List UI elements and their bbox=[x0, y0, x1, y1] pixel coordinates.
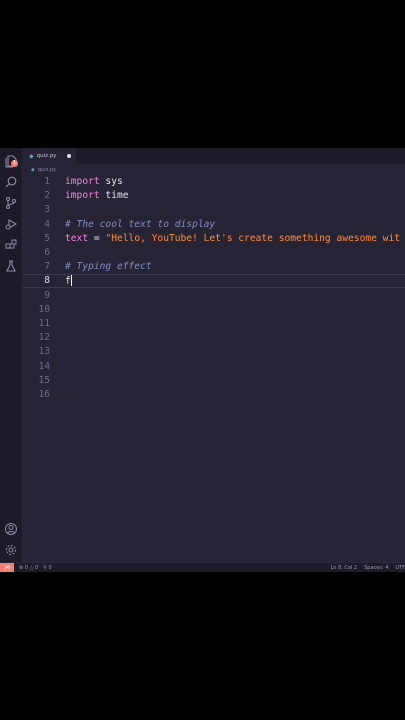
python-file-icon: ◆ bbox=[29, 152, 34, 160]
ports-count-value: 0 bbox=[48, 565, 52, 571]
line-number: 4 bbox=[44, 218, 50, 230]
code-line[interactable]: 1 import sys bbox=[22, 175, 405, 189]
text-cursor bbox=[70, 275, 72, 287]
tab-quiz-py[interactable]: ◆ quiz.py bbox=[22, 148, 76, 164]
editor-window: 1 ◆ quiz.py ◆ quiz.py 1import sys 2 impo… bbox=[0, 148, 405, 572]
line-code: # Typing effect bbox=[65, 260, 152, 274]
code-line[interactable]: 4 # The cool text to display bbox=[22, 218, 405, 232]
line-number: 11 bbox=[38, 318, 50, 329]
breadcrumb-file[interactable]: quiz.py bbox=[38, 167, 56, 173]
token-op: = bbox=[88, 232, 106, 244]
token-rest: sys bbox=[99, 176, 123, 187]
code-line[interactable]: 6 bbox=[22, 246, 405, 260]
line-number: 5 bbox=[44, 232, 50, 244]
token-var: text bbox=[65, 232, 89, 244]
python-file-icon: ◆ bbox=[31, 167, 35, 173]
code-line[interactable]: 5 text = "Hello, YouTube! Let's create so… bbox=[22, 232, 405, 246]
code-line[interactable]: 9 bbox=[22, 289, 405, 303]
tab-bar: ◆ quiz.py bbox=[22, 148, 405, 164]
status-problems[interactable]: ⊗ 0 △ 0 ⚲ 0 bbox=[19, 563, 52, 572]
code-editor[interactable]: 1 import sys 2 import time 3 4 # The cool text… bbox=[22, 175, 405, 555]
line-code: import sys bbox=[65, 175, 123, 189]
line-number: 7 bbox=[44, 261, 50, 273]
line-code: text = "Hello, YouTube! Let's create som… bbox=[65, 232, 400, 246]
notification-badge: 1 bbox=[11, 160, 18, 167]
line-code: f bbox=[65, 275, 72, 288]
code-line[interactable]: 3 bbox=[22, 203, 405, 217]
code-line[interactable]: 12 bbox=[22, 331, 405, 345]
code-line[interactable]: 11 bbox=[22, 317, 405, 331]
error-count[interactable]: ⊗ 0 △ 0 bbox=[19, 563, 38, 572]
remote-indicator-button[interactable]: ⋊ bbox=[0, 563, 14, 572]
status-right: Ln 8, Col 2 Spaces: 4 UTF bbox=[330, 563, 405, 572]
activity-bar: 1 bbox=[0, 148, 23, 562]
token-str: "Hello, YouTube! Let's create something … bbox=[105, 232, 401, 244]
line-number: 12 bbox=[38, 332, 50, 344]
token-comment: # Typing effect bbox=[65, 261, 152, 273]
line-number: 15 bbox=[38, 374, 50, 386]
line-code: # The cool text to display bbox=[65, 218, 215, 232]
line-number: 6 bbox=[44, 247, 50, 258]
unsaved-dot-icon[interactable] bbox=[67, 154, 71, 158]
token-kw: import bbox=[65, 190, 100, 202]
token-kw: import bbox=[65, 176, 100, 187]
token-rest: time bbox=[99, 190, 129, 202]
testing-icon[interactable] bbox=[4, 259, 18, 273]
status-bar: ⋊ ⊗ 0 △ 0 ⚲ 0 Ln 8, Col 2 Spaces: 4 UTF bbox=[0, 562, 405, 572]
encoding[interactable]: UTF bbox=[395, 563, 405, 572]
line-number: 14 bbox=[38, 360, 50, 372]
search-icon[interactable] bbox=[4, 175, 18, 189]
line-number: 16 bbox=[38, 389, 50, 400]
code-line[interactable]: 8f bbox=[22, 274, 405, 289]
line-number: 8 bbox=[44, 275, 50, 287]
error-count-value: 0 bbox=[24, 565, 28, 571]
code-line[interactable]: 13 bbox=[22, 345, 405, 359]
line-number: 13 bbox=[38, 346, 50, 358]
ports-count[interactable]: ⚲ 0 bbox=[43, 563, 51, 572]
settings-gear-icon[interactable] bbox=[4, 543, 18, 557]
line-number: 3 bbox=[44, 204, 50, 216]
code-line[interactable]: 15 bbox=[22, 374, 405, 388]
source-control-icon[interactable] bbox=[4, 196, 18, 210]
line-number: 1 bbox=[44, 176, 50, 187]
tab-label: quiz.py bbox=[36, 153, 57, 159]
code-line[interactable]: 10 bbox=[22, 303, 405, 317]
extensions-icon[interactable] bbox=[4, 238, 18, 252]
code-line[interactable]: 7 # Typing effect bbox=[22, 260, 405, 274]
code-line[interactable]: 14 bbox=[22, 360, 405, 374]
account-icon[interactable] bbox=[4, 522, 18, 536]
line-number: 2 bbox=[44, 190, 50, 202]
indentation[interactable]: Spaces: 4 bbox=[364, 563, 388, 572]
code-line[interactable]: 2 import time bbox=[22, 189, 405, 203]
code-line[interactable]: 16 bbox=[22, 388, 405, 402]
line-code: import time bbox=[65, 189, 129, 203]
warning-count-value: 0 bbox=[35, 565, 39, 571]
token-comment: # The cool text to display bbox=[65, 218, 216, 230]
run-debug-icon[interactable] bbox=[4, 217, 18, 231]
line-number: 9 bbox=[44, 289, 50, 301]
line-number: 10 bbox=[38, 303, 50, 315]
cursor-position[interactable]: Ln 8, Col 2 bbox=[330, 563, 357, 572]
